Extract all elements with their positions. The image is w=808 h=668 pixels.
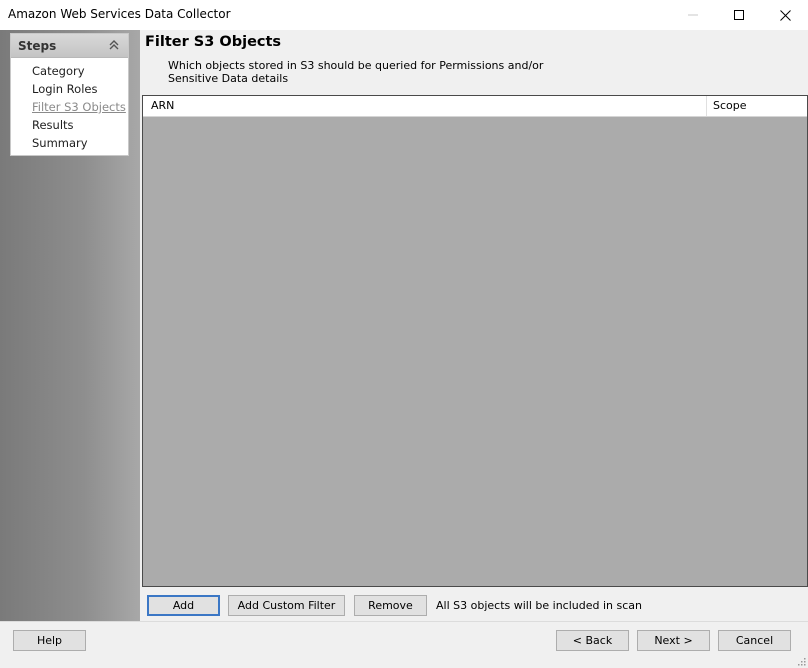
- steps-header-label: Steps: [18, 39, 57, 53]
- page-title: Filter S3 Objects: [145, 34, 282, 50]
- close-button[interactable]: [762, 0, 808, 30]
- minimize-icon: [688, 14, 698, 16]
- maximize-button[interactable]: [716, 0, 762, 30]
- add-button[interactable]: Add: [147, 595, 220, 616]
- step-category[interactable]: Category: [32, 64, 85, 78]
- column-header-arn[interactable]: ARN: [143, 96, 707, 116]
- next-button[interactable]: Next >: [637, 630, 710, 651]
- help-button[interactable]: Help: [13, 630, 86, 651]
- resize-grip-icon[interactable]: [796, 656, 806, 666]
- step-filter-s3-objects[interactable]: Filter S3 Objects: [32, 100, 126, 114]
- steps-panel: Steps Category Login Roles Filter S3 Obj…: [10, 33, 129, 156]
- remove-button[interactable]: Remove: [354, 595, 427, 616]
- window-title: Amazon Web Services Data Collector: [8, 7, 231, 21]
- add-custom-filter-button[interactable]: Add Custom Filter: [228, 595, 345, 616]
- scan-status-text: All S3 objects will be included in scan: [436, 599, 642, 612]
- s3-filter-grid[interactable]: ARN Scope: [142, 95, 808, 587]
- maximize-icon: [734, 10, 744, 20]
- step-summary[interactable]: Summary: [32, 136, 88, 150]
- title-bar: Amazon Web Services Data Collector: [0, 0, 808, 30]
- page-description: Which objects stored in S3 should be que…: [168, 59, 544, 85]
- step-results[interactable]: Results: [32, 118, 74, 132]
- close-icon: [779, 9, 791, 21]
- double-chevron-up-icon[interactable]: [108, 38, 120, 52]
- wizard-footer: Help < Back Next > Cancel: [0, 621, 808, 668]
- grid-header: ARN Scope: [143, 96, 807, 117]
- minimize-button[interactable]: [670, 0, 716, 30]
- step-login-roles[interactable]: Login Roles: [32, 82, 97, 96]
- steps-header[interactable]: Steps: [11, 34, 128, 58]
- back-button[interactable]: < Back: [556, 630, 629, 651]
- column-header-scope[interactable]: Scope: [707, 96, 807, 116]
- cancel-button[interactable]: Cancel: [718, 630, 791, 651]
